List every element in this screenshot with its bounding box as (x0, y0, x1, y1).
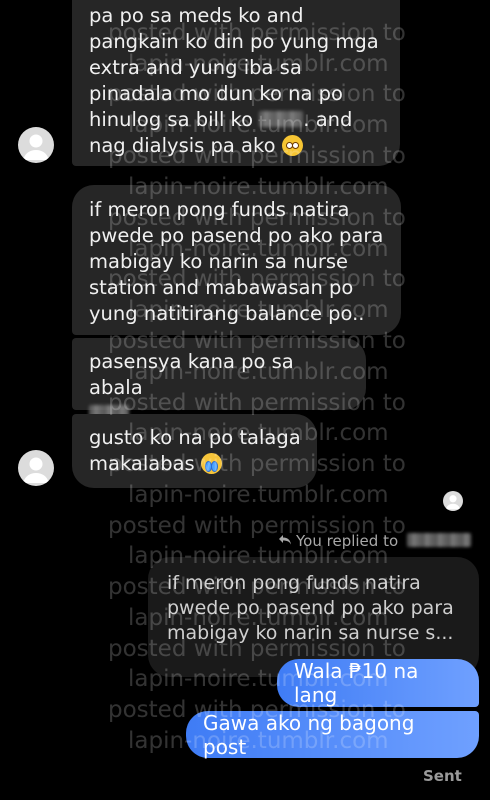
message-line: pasensya kana po sa abala (89, 350, 294, 399)
reply-header-text: You replied to (296, 532, 399, 550)
reply-arrow-icon (278, 532, 292, 550)
redacted-name (406, 533, 471, 547)
sent-status: Sent (423, 767, 462, 785)
avatar[interactable] (18, 450, 54, 486)
message-line: nag dialysis pa ako (89, 133, 384, 159)
message-text: nag dialysis pa ako (89, 134, 276, 157)
received-message[interactable]: pa po sa meds ko and pangkain ko din po … (72, 0, 400, 166)
message-text: makalabas (89, 452, 195, 475)
message-line: station and mabawasan po (89, 276, 354, 299)
message-text: hinulog sa bill ko (89, 108, 254, 131)
message-line: pa po sa meds ko and (89, 4, 304, 27)
message-line: hinulog sa bill ko . and (89, 107, 384, 133)
sent-message[interactable]: Wala ₱10 na lang (277, 659, 479, 707)
message-line: pinadala mo dun ko na po (89, 82, 343, 105)
quote-line: mabigay ko narin sa nurse s... (167, 622, 454, 644)
message-text: . and (303, 108, 353, 131)
received-message[interactable]: pasensya kana po sa abala . (72, 338, 366, 425)
sent-text: Wala ₱10 na lang (294, 659, 419, 707)
message-line: gusto ko na po talaga (89, 426, 301, 449)
quote-line: pwede po pasend po ako para (167, 597, 454, 619)
message-line: pwede po pasend po ako para (89, 224, 384, 247)
sent-text: Gawa ako ng bagong post (203, 710, 415, 759)
avatar[interactable] (18, 127, 54, 163)
message-line: pangkain ko din po yung mga (89, 30, 379, 53)
quote-line: if meron pong funds natira (167, 572, 421, 594)
message-line: if meron pong funds natira (89, 198, 350, 221)
received-message[interactable]: gusto ko na po talaga makalabas (72, 414, 317, 488)
flushed-emoji-icon (281, 135, 303, 156)
seen-avatar (443, 491, 463, 511)
message-line: extra and yung iba sa (89, 56, 302, 79)
received-message[interactable]: if meron pong funds natira pwede po pase… (72, 185, 401, 335)
crying-emoji-icon (200, 453, 222, 474)
redacted-name (259, 111, 304, 127)
message-line: makalabas (89, 451, 301, 477)
reply-header: You replied to (278, 532, 471, 550)
sent-message[interactable]: Gawa ako ng bagong post (186, 710, 479, 759)
message-line: mabigay ko narin sa nurse (89, 250, 349, 273)
message-line: yung natitirang balance po.. (89, 302, 365, 325)
